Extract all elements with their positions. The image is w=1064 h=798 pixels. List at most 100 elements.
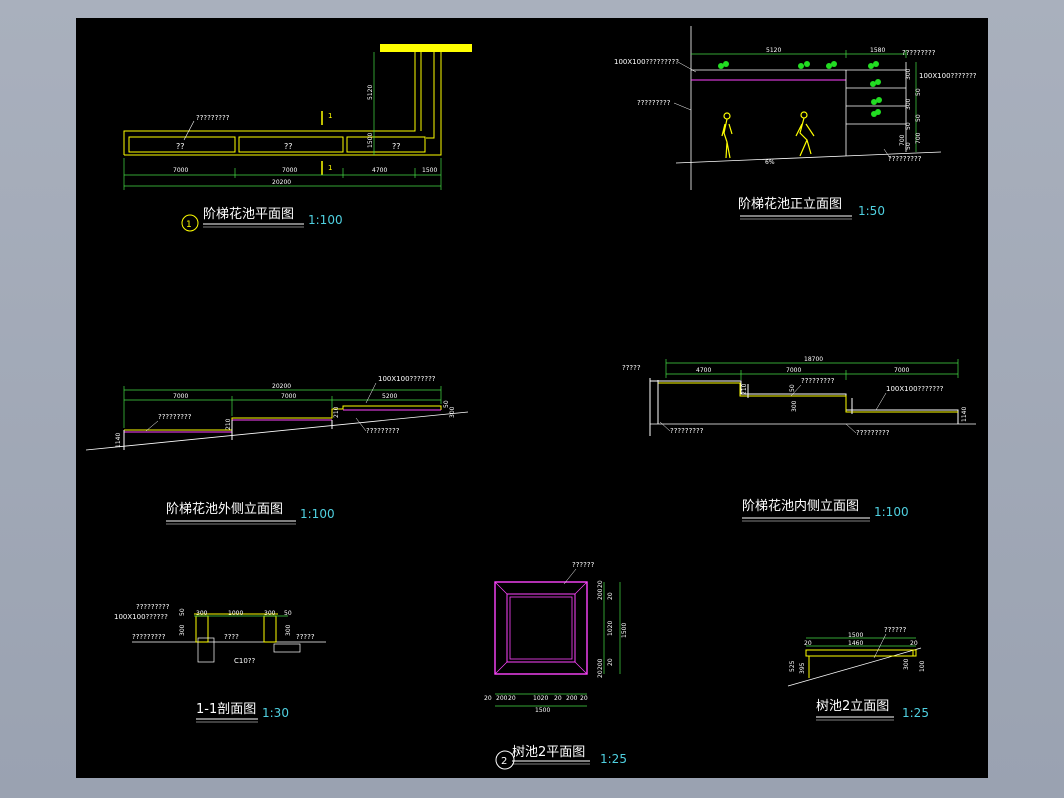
front-leader-1 (677, 61, 697, 73)
treepit-sdim-1: 20 (597, 580, 604, 588)
inner-leader-3 (875, 392, 887, 411)
treepit-plan-scale: 1:25 (600, 752, 627, 766)
treepit-elev-h-4: 100 (919, 660, 926, 672)
treepit-bdim-7: 20 (580, 695, 588, 702)
inner-note-4: ????????? (670, 427, 704, 435)
section-note-3: ????????? (132, 633, 166, 641)
front-slope: 6% (765, 159, 775, 166)
plan-cut-label-top: 1 (328, 112, 332, 120)
treepit-elev-dim-3: 1460 (848, 640, 863, 647)
section-scale: 1:30 (262, 706, 289, 720)
plan-top-edge (380, 44, 472, 52)
treepit-outer (494, 581, 588, 675)
outer-note-1: 100X100??????? (378, 375, 436, 383)
front-side-dim-2: 50 (915, 88, 922, 96)
treepit-sdim-3: 20 (607, 592, 614, 600)
outer-h-5: 300 (449, 406, 456, 418)
front-person-2 (795, 111, 815, 157)
treepit-note: ?????? (572, 561, 595, 569)
treepit-bdim-6: 200 (566, 695, 578, 702)
section-view: 300 1000 300 50 ????????? 100X100?????? … (114, 603, 326, 723)
outer-leader-3 (355, 417, 367, 432)
treepit-elev-dim-4: 20 (910, 640, 918, 647)
treepit-mid (506, 593, 576, 663)
outer-dim-2: 7000 (281, 393, 296, 400)
treepit-elev-h-1: 525 (789, 660, 796, 672)
plan-cell-label-1: ?? (176, 142, 185, 151)
treepit-sdim-4: 1020 (607, 621, 614, 636)
inner-dim-2: 7000 (786, 367, 801, 374)
front-elevation: 5120 1580 100X100????????? ????????? 100… (614, 26, 977, 220)
front-note-4: ????????? (637, 99, 671, 107)
treepit-elev-dim-1: 1500 (848, 632, 863, 639)
section-footing-2 (273, 643, 301, 653)
inner-h-1: 210 (741, 383, 748, 395)
cad-drawing: 1 1 ?? ?? ?? ????????? 7000 7000 4700 15… (85, 26, 977, 770)
front-side-dim-4: 50 (915, 114, 922, 122)
plan-vdim-1: 5120 (367, 85, 374, 100)
treepit-detail-number: 2 (501, 756, 507, 767)
front-side-dim-3: 300 (905, 98, 912, 110)
outer-note-3: ????????? (366, 427, 400, 435)
inner-dim-3: 7000 (894, 367, 909, 374)
section-h-2: 300 (179, 624, 186, 636)
section-dim-2: 1000 (228, 610, 243, 617)
section-note-5: ????? (296, 633, 315, 641)
plan-cut-label-bottom: 1 (328, 164, 332, 172)
treepit-elev-scale: 1:25 (902, 706, 929, 720)
treepit-elev-ground (787, 647, 922, 687)
outer-h-2: 210 (225, 418, 232, 430)
treepit-sdim-total: 1500 (621, 623, 628, 638)
treepit-sdim-6: 200 (597, 658, 604, 670)
inner-note-3: 100X100??????? (886, 385, 944, 393)
treepit-elev-dim-2: 20 (804, 640, 812, 647)
front-side-dim-8: 700 (899, 134, 906, 146)
section-h-3: 300 (285, 624, 292, 636)
front-scale: 1:50 (858, 204, 885, 218)
plan-total: 20200 (272, 179, 291, 186)
inner-h-3: 300 (791, 400, 798, 412)
section-dim-1: 300 (196, 610, 208, 617)
plan-outline-bottom (124, 52, 442, 156)
treepit-elev-h-3: 300 (903, 658, 910, 670)
section-dim-4: 50 (284, 610, 292, 617)
section-h-1: 50 (179, 608, 186, 616)
treepit-sdim-2: 200 (597, 588, 604, 600)
treepit-elev-title: 树池2立面图 (816, 699, 889, 714)
section-dim-3: 300 (264, 610, 276, 617)
inner-top-total: 18700 (804, 356, 823, 363)
inner-h-2: 50 (789, 384, 796, 392)
outer-note-2: ????????? (158, 413, 192, 421)
plan-dim-4: 1500 (422, 167, 437, 174)
plan-scale: 1:100 (308, 213, 343, 227)
treepit-bdim-3: 20 (508, 695, 516, 702)
front-side-dim-6: 700 (915, 132, 922, 144)
front-title: 阶梯花池正立面图 (738, 196, 842, 212)
front-dim-1: 5120 (766, 47, 781, 54)
treepit-elevation: 1500 20 1460 20 ?????? 525 395 300 100 树… (787, 626, 929, 721)
outer-h-3: 210 (333, 406, 340, 418)
plan-cell-3 (346, 136, 426, 153)
front-side-dim-1: 300 (905, 68, 912, 80)
plan-vdim-2: 1500 (367, 133, 374, 148)
front-leader-4 (673, 102, 692, 111)
treepit-bdim-5: 20 (554, 695, 562, 702)
front-note-1: 100X100????????? (614, 58, 679, 66)
plan-dim-1: 7000 (173, 167, 188, 174)
plan-inner-line2 (426, 52, 435, 139)
outer-dim-1: 7000 (173, 393, 188, 400)
section-note-4: ???? (224, 633, 239, 641)
outer-h-1: 1140 (115, 433, 122, 448)
outer-total: 20200 (272, 383, 291, 390)
treepit-elev-h-2: 395 (799, 662, 806, 674)
inner-note-1: ????? (622, 364, 641, 372)
outer-title: 阶梯花池外侧立面图 (166, 501, 283, 517)
inner-dim-1: 4700 (696, 367, 711, 374)
treepit-sdim-7: 20 (597, 670, 604, 678)
section-note-2: 100X100?????? (114, 613, 168, 621)
plan-cell-label-2: ?? (284, 142, 293, 151)
plan-dim-2: 7000 (282, 167, 297, 174)
plan-note: ????????? (196, 114, 230, 122)
treepit-sdim-5: 20 (607, 658, 614, 666)
front-side-dim-5: 50 (905, 122, 912, 130)
